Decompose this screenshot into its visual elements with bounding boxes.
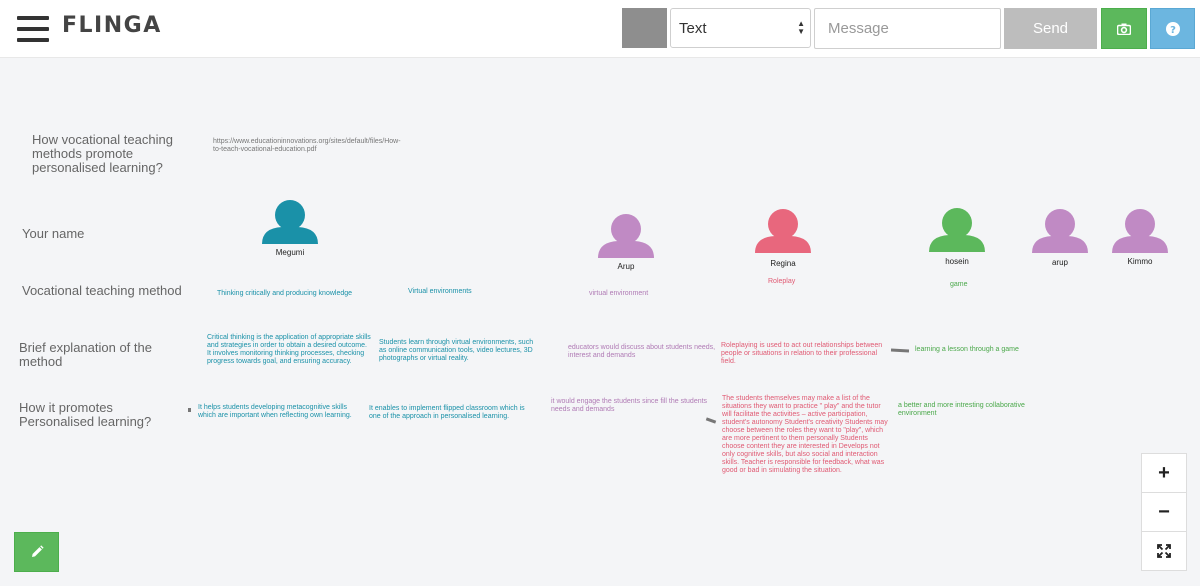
pencil-icon (31, 545, 44, 557)
reference-url[interactable]: https://www.educationinnovations.org/sit… (213, 138, 401, 154)
participant-name: Regina (770, 259, 796, 268)
row-label-method: Vocational teaching method (22, 283, 182, 298)
hamburger-menu-icon[interactable] (17, 16, 49, 42)
expand-icon (1157, 544, 1171, 558)
explanation-note[interactable]: Students learn through virtual environme… (379, 339, 541, 363)
explanation-note[interactable]: learning a lesson through a game (915, 346, 1035, 354)
method-note[interactable]: Roleplay (768, 278, 828, 286)
help-button[interactable]: ? (1150, 8, 1195, 49)
promotes-note[interactable]: It helps students developing metacogniti… (198, 404, 364, 420)
participant-name: arup (1051, 258, 1068, 267)
post-type-value: Text (679, 20, 707, 37)
zoom-in-button[interactable]: + (1141, 453, 1187, 493)
user-icon (598, 214, 654, 258)
user-icon (1112, 209, 1168, 253)
row-label-explanation: Brief explanation of the method (19, 340, 152, 369)
explanation-note[interactable]: Roleplaying is used to act out relations… (721, 342, 889, 366)
select-arrows-icon: ▲ ▼ (797, 19, 805, 36)
svg-text:?: ? (1170, 25, 1176, 36)
user-icon (755, 209, 811, 253)
method-note[interactable]: Virtual environments (408, 288, 528, 296)
participant-name: hosein (945, 257, 969, 266)
row-label-name: Your name (22, 226, 85, 241)
promotes-note[interactable]: a better and more intresting collaborati… (898, 402, 1046, 418)
edit-button[interactable] (14, 532, 59, 572)
send-button[interactable]: Send (1004, 8, 1097, 49)
avatar-kimmo[interactable] (1112, 209, 1168, 253)
color-picker-button[interactable] (622, 8, 667, 48)
avatar-megumi[interactable] (262, 200, 318, 244)
explanation-note[interactable]: Critical thinking is the application of … (207, 334, 371, 366)
row-label-promotes: How it promotes Personalised learning? (19, 400, 152, 429)
post-type-select[interactable]: Text ▲ ▼ (670, 8, 811, 48)
message-input[interactable] (814, 8, 1001, 49)
promotes-note[interactable]: it would engage the students since fill … (551, 398, 711, 414)
promotes-note[interactable]: It enables to implement flipped classroo… (369, 405, 533, 421)
participant-name: Kimmo (1127, 257, 1153, 266)
user-icon (1032, 209, 1088, 253)
app-logo: FLINGA (62, 13, 162, 38)
question-icon: ? (1165, 21, 1180, 36)
user-icon (262, 200, 318, 244)
connector-line (890, 348, 910, 353)
avatar-arup[interactable] (598, 214, 654, 258)
camera-icon (1117, 23, 1131, 35)
method-note[interactable]: virtual environment (589, 290, 709, 298)
zoom-out-button[interactable]: − (1141, 492, 1187, 532)
connector-line (188, 408, 191, 412)
avatar-regina[interactable] (755, 209, 811, 253)
camera-button[interactable] (1101, 8, 1147, 49)
avatar-arup-2[interactable] (1032, 209, 1088, 253)
explanation-note[interactable]: educators would discuss about students n… (568, 344, 720, 360)
method-note[interactable]: Thinking critically and producing knowle… (217, 290, 377, 298)
user-icon (929, 208, 985, 252)
promotes-note[interactable]: The students themselves may make a list … (722, 395, 890, 475)
top-bar: FLINGA Text ▲▼ Send ? (0, 0, 1200, 58)
row-label-question: How vocational teaching methods promote … (32, 132, 173, 175)
participant-name: Megumi (275, 248, 305, 257)
participant-name: Arup (617, 262, 635, 271)
connector-line (705, 417, 717, 424)
fullscreen-button[interactable] (1141, 531, 1187, 571)
method-note[interactable]: game (950, 281, 1010, 289)
avatar-hosein[interactable] (929, 208, 985, 252)
